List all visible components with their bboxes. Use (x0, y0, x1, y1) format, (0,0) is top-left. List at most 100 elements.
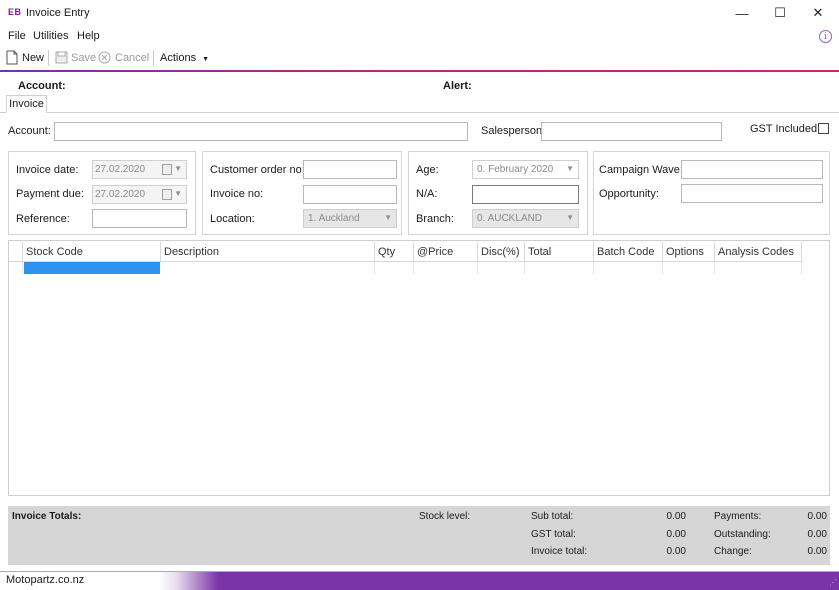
save-icon (55, 51, 68, 64)
payments-value: 0.00 (807, 511, 827, 522)
cell-price[interactable] (414, 262, 478, 274)
cell-options[interactable] (663, 262, 715, 274)
new-button[interactable]: New (22, 52, 44, 64)
menu-utilities[interactable]: Utilities (33, 30, 68, 42)
chevron-down-icon: ▼ (566, 213, 574, 222)
column-header-qty[interactable]: Qty (375, 242, 414, 262)
cell-description[interactable] (161, 262, 375, 274)
invoice-totals-heading: Invoice Totals: (12, 511, 82, 522)
column-header-description[interactable]: Description (161, 242, 375, 262)
na-input[interactable] (472, 185, 579, 204)
change-label: Change: (714, 546, 752, 557)
na-label: N/A: (416, 188, 438, 200)
opportunity-input[interactable] (681, 184, 823, 203)
invoice-no-label: Invoice no: (210, 188, 264, 200)
stock-level-label: Stock level: (419, 511, 471, 522)
header-alert-label: Alert: (443, 80, 472, 92)
column-header-stock-code[interactable]: Stock Code (23, 242, 161, 262)
column-header-options[interactable]: Options (663, 242, 715, 262)
branch-value: 0. AUCKLAND (477, 213, 543, 224)
branch-select[interactable]: 0. AUCKLAND ▼ (472, 209, 579, 228)
sub-total-value: 0.00 (666, 511, 686, 522)
chevron-down-icon: ▼ (202, 56, 210, 63)
info-icon[interactable]: i (819, 30, 832, 43)
invoice-date-label: Invoice date: (16, 164, 79, 176)
new-document-icon (6, 50, 18, 65)
row-header-corner (9, 242, 23, 262)
account-input[interactable] (54, 122, 468, 141)
gst-total-value: 0.00 (666, 529, 686, 540)
invoice-date-picker[interactable]: 27.02.2020 ▼ (92, 160, 187, 179)
cell-total[interactable] (525, 262, 594, 274)
window-title: Invoice Entry (26, 7, 90, 19)
payment-due-picker[interactable]: 27.02.2020 ▼ (92, 185, 187, 204)
invoice-total-label: Invoice total: (531, 546, 588, 557)
status-bar (0, 571, 839, 590)
calendar-icon (162, 164, 172, 175)
menu-help[interactable]: Help (77, 30, 100, 42)
gst-included-checkbox[interactable] (818, 123, 829, 134)
location-select[interactable]: 1. Auckland ▼ (303, 209, 397, 228)
age-label: Age: (416, 164, 439, 176)
branch-label: Branch: (416, 213, 454, 225)
campaign-wave-input[interactable] (681, 160, 823, 179)
resize-grip-icon[interactable]: ⋰ (829, 578, 837, 587)
company-name: Motopartz.co.nz (6, 574, 85, 586)
cell-analysis-codes[interactable] (715, 262, 802, 274)
invoice-lines-grid[interactable] (8, 240, 830, 496)
cell-qty[interactable] (375, 262, 414, 274)
toolbar-separator (153, 50, 154, 66)
column-header-price[interactable]: @Price (414, 242, 478, 262)
chevron-down-icon: ▼ (174, 189, 182, 198)
calendar-icon (162, 189, 172, 200)
chevron-down-icon: ▼ (174, 164, 182, 173)
app-logo: EB (8, 7, 22, 17)
campaign-wave-label: Campaign Wave: (599, 164, 683, 176)
cell-batch-code[interactable] (594, 262, 663, 274)
account-label: Account: (8, 125, 51, 137)
outstanding-value: 0.00 (807, 529, 827, 540)
salesperson-input[interactable] (541, 122, 722, 141)
title-bar (0, 0, 839, 26)
location-value: 1. Auckland (308, 213, 360, 224)
column-header-total[interactable]: Total (525, 242, 594, 262)
save-button[interactable]: Save (71, 52, 96, 64)
payment-due-value: 27.02.2020 (95, 189, 146, 200)
customer-order-label: Customer order no: (210, 164, 305, 176)
tab-invoice[interactable]: Invoice (6, 95, 47, 113)
payments-label: Payments: (714, 511, 762, 522)
actions-menu-button[interactable]: Actions ▼ (160, 52, 209, 64)
invoice-no-input[interactable] (303, 185, 397, 204)
gst-total-label: GST total: (531, 529, 576, 540)
change-value: 0.00 (807, 546, 827, 557)
salesperson-label: Salesperson: (481, 125, 546, 137)
column-header-disc[interactable]: Disc(%) (478, 242, 525, 262)
tab-strip (0, 112, 839, 113)
maximize-button[interactable]: ☐ (761, 0, 799, 26)
reference-label: Reference: (16, 213, 70, 225)
gst-included-label: GST Included: (750, 123, 821, 135)
chevron-down-icon: ▼ (384, 213, 392, 222)
location-label: Location: (210, 213, 255, 225)
opportunity-label: Opportunity: (599, 188, 659, 200)
sub-total-label: Sub total: (531, 511, 574, 522)
header-account-label: Account: (18, 80, 66, 92)
selected-cell-stock-code[interactable] (24, 262, 160, 274)
column-header-batch-code[interactable]: Batch Code (594, 242, 663, 262)
accent-divider (0, 70, 839, 72)
cancel-button[interactable]: Cancel (115, 52, 149, 64)
menu-file[interactable]: File (8, 30, 26, 42)
chevron-down-icon: ▼ (566, 164, 574, 173)
reference-input[interactable] (92, 209, 187, 228)
column-header-analysis-codes[interactable]: Analysis Codes (715, 242, 802, 262)
minimize-button[interactable]: — (723, 0, 761, 26)
close-button[interactable]: ✕ (799, 0, 837, 26)
cancel-icon (98, 51, 111, 64)
customer-order-input[interactable] (303, 160, 397, 179)
age-select[interactable]: 0. February 2020 ▼ (472, 160, 579, 179)
cell-disc[interactable] (478, 262, 525, 274)
invoice-date-value: 27.02.2020 (95, 164, 146, 175)
invoice-total-value: 0.00 (666, 546, 686, 557)
actions-label: Actions (160, 52, 197, 64)
outstanding-label: Outstanding: (714, 529, 771, 540)
